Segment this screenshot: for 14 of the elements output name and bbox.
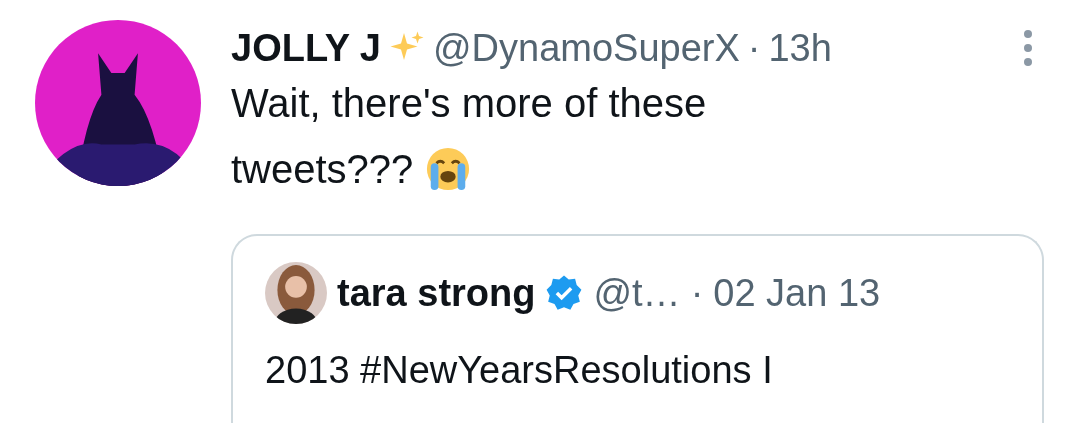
separator-dot: · — [690, 271, 704, 316]
display-name[interactable]: tara strong — [337, 269, 536, 317]
tweet-time[interactable]: 13h — [768, 24, 832, 72]
user-handle[interactable]: @t… — [593, 269, 681, 317]
quoted-tweet-card[interactable]: tara strong @t… · 02 Jan 13 2013 #NewYearsResolutions I — [231, 234, 1044, 423]
crying-face-icon — [425, 146, 472, 192]
user-handle[interactable]: @DynamoSuperX — [433, 24, 740, 72]
quoted-tweet-text: 2013 #NewYearsResolutions I — [265, 348, 774, 393]
tweet-text-line: tweets??? — [231, 146, 414, 193]
display-name[interactable]: JOLLY J — [231, 24, 381, 72]
tweet-date[interactable]: 02 Jan 13 — [713, 269, 881, 317]
separator-dot: · — [747, 26, 761, 71]
tweet-text-line: Wait, there's more of these — [231, 80, 707, 127]
more-options-icon[interactable] — [1022, 28, 1034, 68]
